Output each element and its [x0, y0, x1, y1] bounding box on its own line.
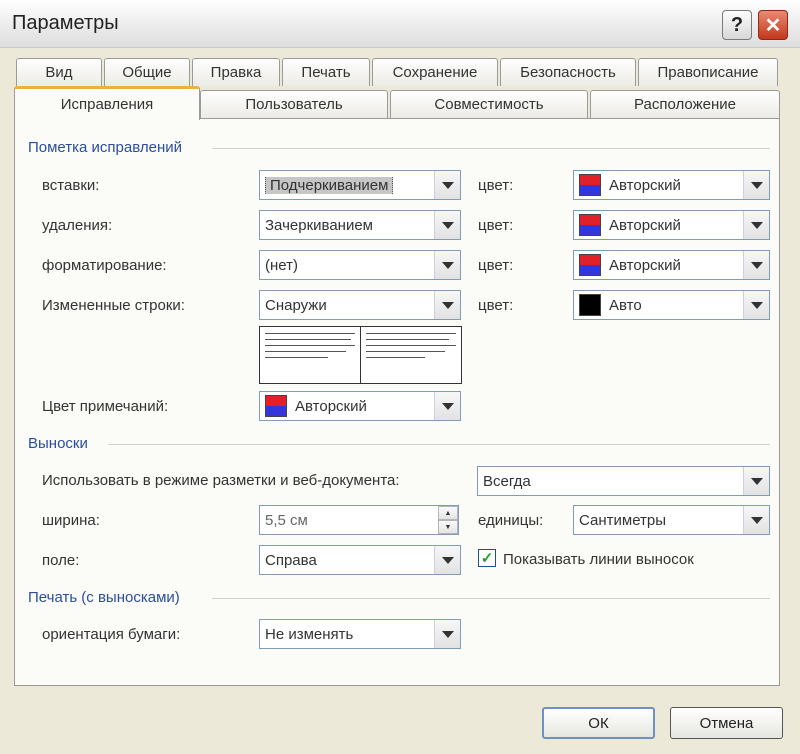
tab-edit[interactable]: Правка	[192, 58, 280, 86]
use-balloons-select[interactable]: Всегда	[477, 466, 770, 496]
spin-down-icon[interactable]: ▼	[438, 520, 458, 534]
color-swatch	[579, 254, 601, 276]
chevron-down-icon[interactable]	[743, 506, 769, 534]
insertions-label: вставки:	[42, 177, 100, 194]
chevron-down-icon[interactable]	[434, 291, 460, 319]
insertions-value: Подчеркиванием	[265, 176, 394, 194]
margin-label: поле:	[42, 552, 80, 569]
use-balloons-value: Всегда	[483, 472, 531, 490]
chevron-down-icon[interactable]	[743, 467, 769, 495]
formatting-value: (нет)	[265, 256, 298, 274]
group-print-label: Печать (с выносками)	[28, 589, 180, 606]
tab-track-changes[interactable]: Исправления	[14, 86, 200, 120]
preview-pane-left	[260, 327, 361, 383]
changed-lines-select[interactable]: Снаружи	[259, 290, 461, 320]
insertions-color-label: цвет:	[478, 177, 514, 194]
changed-lines-color-select[interactable]: Авто	[573, 290, 770, 320]
changed-lines-label: Измененные строки:	[42, 297, 185, 314]
insertions-color-value: Авторский	[609, 176, 681, 194]
ok-button[interactable]: ОК	[542, 707, 655, 739]
comments-color-label: Цвет примечаний:	[42, 398, 169, 415]
width-spinner[interactable]: 5,5 см ▲ ▼	[259, 505, 459, 535]
group-markup-label: Пометка исправлений	[28, 139, 182, 156]
changed-lines-color-label: цвет:	[478, 297, 514, 314]
close-button[interactable]: ✕	[758, 10, 788, 40]
formatting-color-label: цвет:	[478, 257, 514, 274]
tab-user-info[interactable]: Пользователь	[200, 90, 388, 118]
margin-select[interactable]: Справа	[259, 545, 461, 575]
tab-view[interactable]: Вид	[16, 58, 102, 86]
preview-pane-right	[361, 327, 461, 383]
tab-print[interactable]: Печать	[282, 58, 370, 86]
tab-save[interactable]: Сохранение	[372, 58, 498, 86]
width-value: 5,5 см	[265, 511, 308, 529]
checkmark-icon: ✓	[480, 550, 494, 567]
group-markup-divider	[212, 148, 770, 149]
chevron-down-icon[interactable]	[743, 211, 769, 239]
chevron-down-icon[interactable]	[434, 620, 460, 648]
changed-lines-preview	[259, 326, 462, 384]
window-title: Параметры	[12, 12, 119, 34]
tab-spelling[interactable]: Правописание	[638, 58, 778, 86]
deletions-value: Зачеркиванием	[265, 216, 373, 234]
spin-up-icon[interactable]: ▲	[438, 506, 458, 520]
tab-general[interactable]: Общие	[104, 58, 190, 86]
formatting-color-select[interactable]: Авторский	[573, 250, 770, 280]
use-balloons-label: Использовать в режиме разметки и веб-док…	[42, 472, 400, 489]
color-swatch	[579, 294, 601, 316]
formatting-color-value: Авторский	[609, 256, 681, 274]
color-swatch	[265, 395, 287, 417]
group-balloons-label: Выноски	[28, 435, 88, 452]
chevron-down-icon[interactable]	[743, 251, 769, 279]
deletions-select[interactable]: Зачеркиванием	[259, 210, 461, 240]
orientation-value: Не изменять	[265, 625, 354, 643]
tab-file-locations[interactable]: Расположение	[590, 90, 780, 118]
chevron-down-icon[interactable]	[434, 251, 460, 279]
orientation-select[interactable]: Не изменять	[259, 619, 461, 649]
margin-value: Справа	[265, 551, 317, 569]
deletions-label: удаления:	[42, 217, 113, 234]
units-select[interactable]: Сантиметры	[573, 505, 770, 535]
help-button[interactable]: ?	[722, 10, 752, 40]
group-print-divider	[212, 598, 770, 599]
changed-lines-value: Снаружи	[265, 296, 327, 314]
comments-color-select[interactable]: Авторский	[259, 391, 461, 421]
formatting-select[interactable]: (нет)	[259, 250, 461, 280]
chevron-down-icon[interactable]	[743, 291, 769, 319]
deletions-color-select[interactable]: Авторский	[573, 210, 770, 240]
deletions-color-label: цвет:	[478, 217, 514, 234]
units-label: единицы:	[478, 512, 544, 529]
cancel-button[interactable]: Отмена	[670, 707, 783, 739]
units-value: Сантиметры	[579, 511, 667, 529]
insertions-color-select[interactable]: Авторский	[573, 170, 770, 200]
insertions-select[interactable]: Подчеркиванием	[259, 170, 461, 200]
color-swatch	[579, 214, 601, 236]
tab-security[interactable]: Безопасность	[500, 58, 636, 86]
chevron-down-icon[interactable]	[743, 171, 769, 199]
width-label: ширина:	[42, 512, 100, 529]
deletions-color-value: Авторский	[609, 216, 681, 234]
group-balloons-divider	[108, 444, 770, 445]
chevron-down-icon[interactable]	[434, 171, 460, 199]
comments-color-value: Авторский	[295, 397, 367, 415]
formatting-label: форматирование:	[42, 257, 167, 274]
tab-compatibility[interactable]: Совместимость	[390, 90, 588, 118]
chevron-down-icon[interactable]	[434, 546, 460, 574]
color-swatch	[579, 174, 601, 196]
show-lines-checkbox[interactable]: ✓	[478, 549, 496, 567]
chevron-down-icon[interactable]	[434, 211, 460, 239]
orientation-label: ориентация бумаги:	[42, 626, 181, 643]
title-bar: Параметры ? ✕	[0, 0, 800, 48]
show-lines-label[interactable]: Показывать линии выносок	[503, 551, 694, 568]
changed-lines-color-value: Авто	[609, 296, 642, 314]
chevron-down-icon[interactable]	[434, 392, 460, 420]
